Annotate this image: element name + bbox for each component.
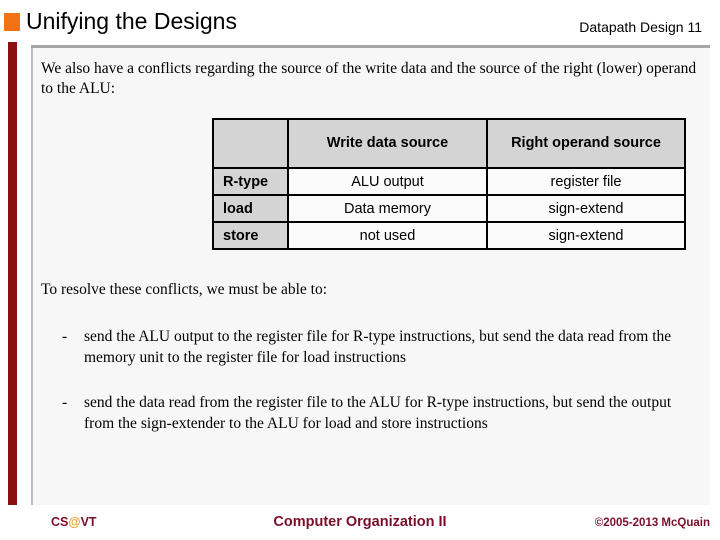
slide: Unifying the Designs Datapath Design 11 … (0, 0, 720, 540)
slide-footer: CS@VT Computer Organization II ©2005-201… (0, 505, 720, 540)
table-cell-write-data-source: ALU output (287, 167, 488, 196)
table-row: R-type ALU output register file (212, 167, 686, 196)
page-title: Unifying the Designs (26, 8, 237, 34)
list-item: - send the data read from the register f… (41, 392, 701, 434)
table-header-write-data-source: Write data source (287, 118, 488, 169)
table-cell-right-operand-source: register file (486, 167, 686, 196)
table-corner-cell (212, 118, 289, 169)
resolve-paragraph: To resolve these conflicts, we must be a… (41, 281, 328, 298)
header-section-label: Datapath Design 11 (579, 19, 702, 35)
list-item-text: send the ALU output to the register file… (84, 328, 672, 366)
table-row: store not used sign-extend (212, 221, 686, 250)
list-item: - send the ALU output to the register fi… (41, 326, 701, 368)
table-cell-write-data-source: Data memory (287, 194, 488, 223)
table-row: load Data memory sign-extend (212, 194, 686, 223)
table-header-row: Write data source Right operand source (212, 118, 686, 169)
content-panel: We also have a conflicts regarding the s… (31, 48, 710, 505)
left-accent-bar (8, 42, 17, 521)
table-header-right-operand-source: Right operand source (486, 118, 686, 169)
conflict-sources-table: Write data source Right operand source R… (212, 118, 686, 250)
list-item-text: send the data read from the register fil… (84, 394, 672, 432)
table-header: Write data source Right operand source (212, 118, 686, 169)
table-cell-write-data-source: not used (287, 221, 488, 250)
table-body: R-type ALU output register file load Dat… (212, 167, 686, 250)
title-accent-square (4, 13, 20, 31)
intro-paragraph: We also have a conflicts regarding the s… (41, 60, 697, 97)
table-row-label: store (212, 221, 289, 250)
slide-header: Unifying the Designs Datapath Design 11 (0, 0, 720, 48)
table-row-label: R-type (212, 167, 289, 196)
bullet-dash-icon: - (62, 328, 68, 345)
bullet-dash-icon: - (62, 394, 68, 411)
table-row-label: load (212, 194, 289, 223)
table-cell-right-operand-source: sign-extend (486, 194, 686, 223)
table-cell-right-operand-source: sign-extend (486, 221, 686, 250)
footer-copyright: ©2005-2013 McQuain (594, 517, 710, 529)
